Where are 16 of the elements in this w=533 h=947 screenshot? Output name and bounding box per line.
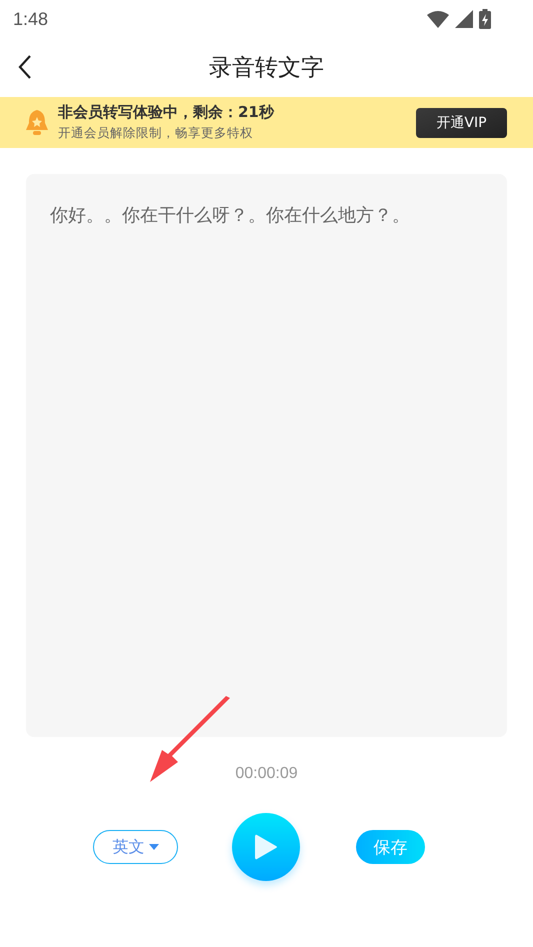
back-icon[interactable] <box>18 54 32 80</box>
signal-icon <box>455 10 473 28</box>
bell-icon <box>24 108 50 136</box>
caret-icon <box>148 844 158 850</box>
play-icon <box>254 833 278 861</box>
status-time: 1:48 <box>13 8 48 30</box>
banner-title: 非会员转写体验中，剩余：21秒 <box>58 103 276 122</box>
wifi-icon <box>427 10 449 28</box>
save-button[interactable]: 保存 <box>356 830 425 864</box>
timer: 00:00:09 <box>235 765 298 783</box>
page-title: 录音转文字 <box>209 54 324 83</box>
language-dropdown[interactable]: 英文 <box>93 830 178 864</box>
transcript-text: 你好。。你在干什么呀？。你在什么地方？。 <box>50 205 410 226</box>
banner-subtitle: 开通会员解除限制，畅享更多特权 <box>58 125 254 142</box>
open-vip-button[interactable]: 开通VIP <box>416 108 507 138</box>
battery-icon <box>479 9 491 29</box>
